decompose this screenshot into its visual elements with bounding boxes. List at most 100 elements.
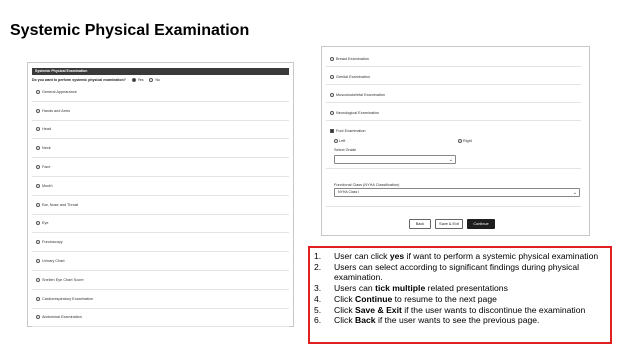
instruction-text-part: Click <box>334 315 356 326</box>
instruction-bold-part: Back <box>355 315 376 326</box>
instruction-bold-part: Save & Exit <box>355 304 402 315</box>
chevron-down-icon: ⌄ <box>448 157 453 163</box>
instruction-text: Users can tick multiple related presenta… <box>334 283 508 294</box>
foot-exam-label: Foot Examination <box>336 129 366 133</box>
instruction-text-part: related presentations <box>425 283 508 294</box>
exam-item-label: Fundoscopy <box>42 240 63 245</box>
exam-list-item[interactable]: Head <box>32 121 289 140</box>
exam-item-label: Urinary Chart <box>42 259 65 264</box>
instruction-text-part: to resume to the next page <box>392 293 497 304</box>
perform-question-row: Do you want to perform systemic physical… <box>32 78 289 82</box>
left-label: Left <box>339 139 346 143</box>
chevron-down-icon: ⌄ <box>572 190 577 196</box>
instruction-text: Users can select according to significan… <box>334 262 606 283</box>
exam-item-label: Neurological Examination <box>336 110 380 115</box>
exam-list: General Appearance Hands and Arms Head Neck… <box>32 83 289 328</box>
exam-item-musculoskeletal[interactable]: Musculoskeletal Examination <box>326 87 581 103</box>
instructions-list: 1. User can click yes if want to perform … <box>314 251 606 326</box>
exam-item-label: Musculoskeletal Examination <box>336 92 385 97</box>
slide-title: Systemic Physical Examination <box>10 22 250 39</box>
exam-item-neurological[interactable]: Neurological Examination <box>326 105 581 121</box>
radio-icon <box>36 221 40 226</box>
continue-button[interactable]: Continue <box>467 219 495 229</box>
instruction-text: User can click yes if want to perform a … <box>334 251 598 262</box>
exam-item-label: Eye <box>42 221 49 226</box>
save-exit-button[interactable]: Save & Exit <box>435 219 463 229</box>
radio-icon <box>334 139 338 143</box>
exam-item-label: Ear, Nose and Throat <box>42 202 79 207</box>
exam-list-item[interactable]: Ear, Nose and Throat <box>32 196 289 215</box>
exam-item-label: Cardiorespiratory Examination <box>42 296 94 301</box>
radio-icon <box>36 315 40 320</box>
exam-item-label: Breast Examination <box>336 56 369 61</box>
instruction-item: 1. User can click yes if want to perform … <box>314 251 606 262</box>
exam-list-item[interactable]: Mouth <box>32 177 289 196</box>
radio-icon <box>36 259 40 264</box>
radio-icon <box>36 108 40 113</box>
radio-icon <box>36 127 40 132</box>
left-form-panel: Systemic Physical Examination Do you wan… <box>27 62 294 328</box>
left-radio[interactable]: Left <box>334 139 345 143</box>
instruction-item: 6. Click Back if the user wants to see th… <box>314 315 606 326</box>
functional-class-value: NYHA Class I <box>338 190 360 194</box>
yes-label: Yes <box>137 78 144 82</box>
exam-list-item[interactable]: Abdominal Examination <box>32 309 289 328</box>
radio-icon <box>36 296 40 301</box>
radio-icon <box>36 165 40 170</box>
exam-item-label: Face <box>42 165 51 170</box>
back-button[interactable]: Back <box>409 219 431 229</box>
radio-icon <box>36 146 40 151</box>
no-radio[interactable]: No <box>149 78 160 82</box>
exam-list-item[interactable]: Fundoscopy <box>32 233 289 253</box>
exam-list-item[interactable]: Eye <box>32 215 289 234</box>
select-grade-label: Select Grade <box>334 148 357 152</box>
radio-selected-icon <box>131 78 136 82</box>
radio-icon <box>36 89 40 94</box>
exam-item-label: Neck <box>42 146 51 151</box>
exam-list-item[interactable]: Neck <box>32 139 289 159</box>
radio-icon <box>36 183 40 188</box>
instruction-number: 3. <box>314 283 322 294</box>
foot-exam-checkbox[interactable]: Foot Examination <box>330 129 366 133</box>
instruction-text-part: Users can <box>334 283 376 294</box>
exam-item-label: Snellen Eye Chart Score <box>42 277 84 282</box>
instruction-text-part: User can click <box>334 251 390 261</box>
instruction-item: 2. Users can select according to signific… <box>314 262 606 283</box>
yes-radio[interactable]: Yes <box>131 78 144 82</box>
right-label: Right <box>463 139 472 143</box>
instruction-bold-part: Continue <box>355 293 393 304</box>
instruction-item: 5. Click Save & Exit if the user wants to… <box>314 305 606 316</box>
functional-class-select[interactable]: NYHA Class I ⌄ <box>334 188 580 197</box>
instruction-item: 4. Click Continue to resume to the next p… <box>314 294 606 305</box>
exam-item-label: Head <box>42 127 52 132</box>
instruction-text: Click Back if the user wants to see the … <box>334 315 539 326</box>
exam-list-item[interactable]: Face <box>32 158 289 177</box>
instruction-number: 1. <box>314 251 322 261</box>
exam-list-item[interactable]: Hands and Arms <box>32 102 289 121</box>
instruction-text-part: if want to perform a systemic physical e… <box>404 251 599 261</box>
instruction-number: 4. <box>314 293 322 304</box>
instruction-text-part: if the user wants to discontinue the exa… <box>401 304 586 315</box>
grade-select[interactable]: ⌄ <box>334 155 456 164</box>
form-header: Systemic Physical Examination <box>32 68 289 75</box>
exam-list-item[interactable]: General Appearance <box>32 83 289 102</box>
right-radio[interactable]: Right <box>458 139 472 143</box>
functional-class-label: Functional Class (NYHA Classification) <box>334 183 400 187</box>
right-form-panel: Breast Examination Genital Examination M… <box>321 46 590 236</box>
exam-item-label: Mouth <box>42 183 53 188</box>
instruction-text-part: if the user wants to see the previous pa… <box>375 315 540 326</box>
exam-list-item[interactable]: Urinary Chart <box>32 252 289 271</box>
exam-list-item[interactable]: Cardiorespiratory Examination <box>32 290 289 309</box>
exam-list-item[interactable]: Snellen Eye Chart Score <box>32 271 289 290</box>
radio-icon <box>458 139 462 143</box>
exam-item-label: Genital Examination <box>336 74 370 79</box>
perform-question: Do you want to perform systemic physical… <box>32 78 126 82</box>
exam-item-breast[interactable]: Breast Examination <box>326 51 581 67</box>
radio-icon <box>330 92 334 97</box>
radio-icon <box>149 78 154 82</box>
no-label: No <box>155 78 160 82</box>
instruction-number: 2. <box>314 261 322 272</box>
exam-item-genital[interactable]: Genital Examination <box>326 69 581 85</box>
radio-icon <box>36 202 40 207</box>
instructions-box: 1. User can click yes if want to perform … <box>308 246 612 344</box>
